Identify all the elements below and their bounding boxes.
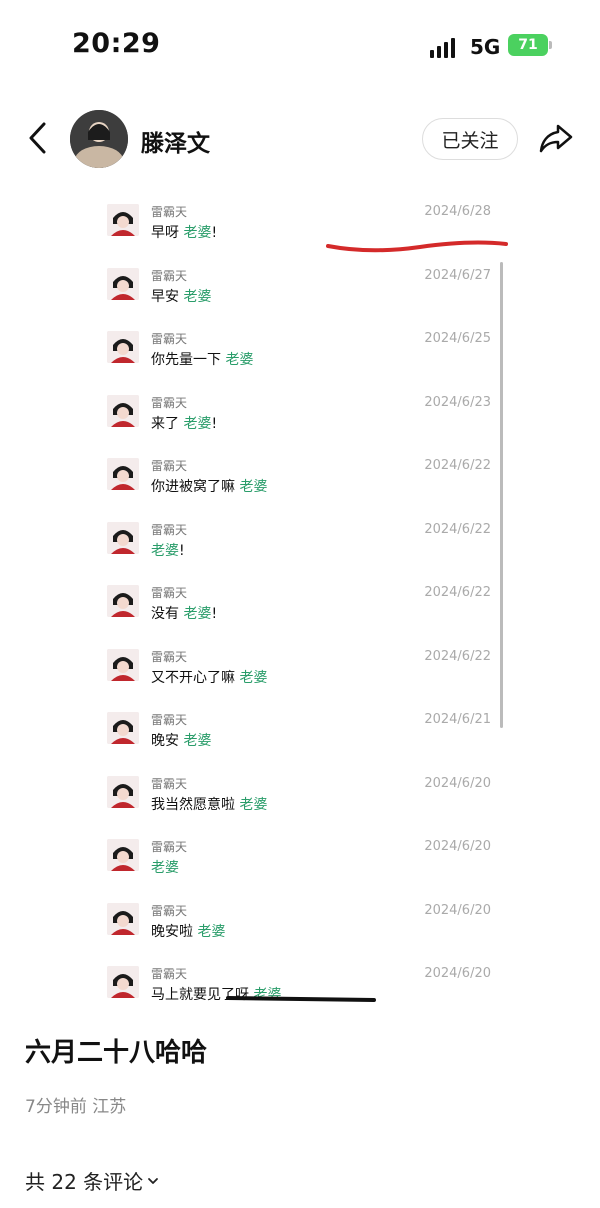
- chevron-down-icon: [148, 1177, 159, 1184]
- annotation-layer: [226, 240, 508, 1002]
- screen: 20:29 5G 71 滕泽文 已关注 雷霸天 早呀 老婆! 2024/6/28…: [0, 0, 600, 1208]
- comments-label: 共 22 条评论: [25, 1170, 144, 1194]
- post-title: 六月二十八哈哈: [25, 1038, 208, 1068]
- comments-toggle[interactable]: 共 22 条评论: [25, 1166, 159, 1195]
- post-meta: 7分钟前 江苏: [25, 1097, 127, 1117]
- black-annotation-stroke: [226, 996, 376, 1002]
- red-annotation-stroke: [326, 240, 508, 253]
